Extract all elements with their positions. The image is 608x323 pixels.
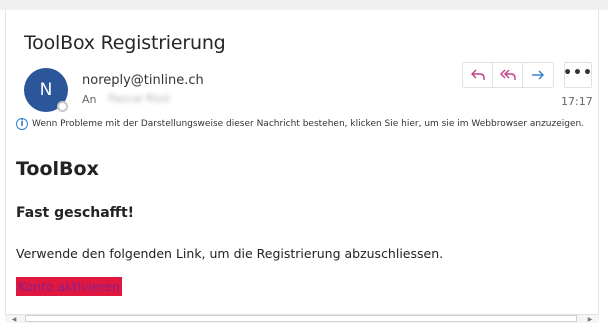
reply-button[interactable]	[463, 63, 493, 87]
scroll-left-icon[interactable]: ◀	[7, 315, 21, 323]
email-heading: ToolBox	[16, 158, 99, 180]
email-subheading: Fast geschafft!	[16, 205, 135, 221]
avatar-initial: N	[39, 80, 53, 100]
email-body-text: Verwende den folgenden Link, um die Regi…	[16, 246, 444, 261]
received-time: 17:17	[561, 95, 593, 108]
recipient-name[interactable]: Pascal Rüst	[108, 92, 170, 105]
forward-button[interactable]	[523, 63, 553, 87]
info-bar[interactable]: i Wenn Probleme mit der Darstellungsweis…	[16, 118, 584, 130]
scrollbar-thumb[interactable]	[25, 315, 577, 322]
reply-all-button[interactable]	[493, 63, 523, 87]
reply-all-icon	[499, 69, 516, 80]
more-icon: •••	[563, 65, 593, 81]
horizontal-scrollbar[interactable]: ◀ ▶	[5, 314, 599, 323]
more-actions-button[interactable]: •••	[563, 62, 593, 88]
forward-icon	[532, 70, 544, 80]
top-band	[0, 0, 608, 10]
info-icon: i	[16, 118, 28, 130]
info-text: Wenn Probleme mit der Darstellungsweise …	[32, 119, 585, 129]
sender-address[interactable]: noreply@tinline.ch	[82, 73, 204, 88]
scroll-right-icon[interactable]: ▶	[583, 315, 597, 323]
email-subject: ToolBox Registrierung	[24, 32, 226, 54]
reply-icon	[470, 69, 485, 80]
activate-account-link[interactable]: Konto aktivieren	[16, 277, 122, 296]
to-label: An	[82, 93, 97, 106]
message-actions	[462, 62, 554, 88]
presence-status-icon	[57, 101, 68, 112]
